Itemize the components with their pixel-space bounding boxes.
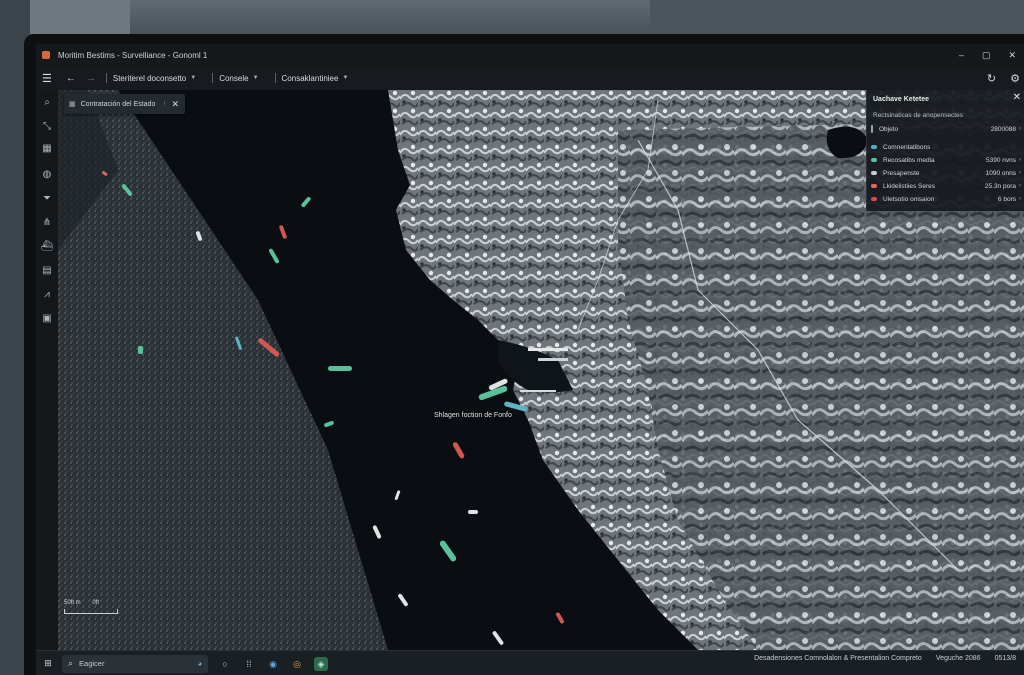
row-marker-icon <box>871 125 873 133</box>
chevron-down-icon: ▼ <box>342 75 349 81</box>
tray-date[interactable]: 0513/8 <box>995 655 1016 662</box>
maximize-button[interactable]: ▢ <box>982 50 991 61</box>
row-marker-icon <box>871 158 877 162</box>
menu-item-console[interactable]: Consele ▼ <box>212 73 259 83</box>
info-row-value: 25.3n pora <box>984 182 1016 190</box>
info-row-label: Uletsotio onisaion <box>883 195 935 203</box>
chevron-down-icon: ▼ <box>190 75 197 81</box>
info-row[interactable]: Presapenste 1090 onns › <box>871 167 1021 179</box>
map-location-label: Shlagen foction de Fonfo <box>434 412 512 419</box>
info-row[interactable]: Objeto 2800088 › <box>871 123 1021 135</box>
minimize-button[interactable]: – <box>959 50 964 60</box>
network-icon[interactable]: ⋔ <box>40 216 54 230</box>
menu-item-analysis[interactable]: Consaklantiniee ▼ <box>274 73 349 83</box>
toolbar-right-icons: ↻ ⚙ <box>987 72 1020 85</box>
chevron-right-icon: › <box>1019 157 1021 163</box>
chevron-right-icon: › <box>1019 126 1021 132</box>
chevron-right-icon: › <box>1019 183 1021 189</box>
menu-separator <box>212 73 214 83</box>
menu-item-label: Steriterel doconsetto <box>112 73 187 83</box>
edge-browser-icon[interactable]: ◉ <box>266 657 280 671</box>
filter-icon[interactable]: ⏷ <box>40 192 54 206</box>
taskbar-search[interactable]: ⌕ Eagicer ◕ <box>62 654 208 673</box>
row-marker-icon <box>871 197 877 201</box>
tray-time[interactable]: Veguche 2086 <box>936 655 981 662</box>
info-row-label: Lkidelistiies Seres <box>883 182 936 190</box>
surveillance-app-icon[interactable]: ◈ <box>314 656 328 671</box>
info-row-label: Objeto <box>879 125 899 133</box>
system-tray: Desadensiones Comnolalon & Presentalion … <box>754 655 1016 662</box>
close-icon[interactable]: ✕ <box>171 99 179 110</box>
chevron-right-icon: › <box>1019 170 1021 176</box>
app-icon <box>42 51 50 59</box>
app-screen: Moritim Bestims - Survelliance - Gonoml … <box>36 44 1024 675</box>
tray-notification-text: Desadensiones Comnolalon & Presentalion … <box>754 655 922 662</box>
taskbar-search-placeholder: Eagicer <box>79 659 105 668</box>
close-icon[interactable]: ✕ <box>1013 92 1021 103</box>
info-row-value: 2800088 <box>990 125 1016 133</box>
chrome-browser-icon[interactable]: ◎ <box>290 657 304 671</box>
map-scale: 50ft m 0ft <box>64 600 118 614</box>
background-shelf <box>650 0 1024 34</box>
title-bar: Moritim Bestims - Survelliance - Gonoml … <box>36 44 1024 66</box>
task-view-icon[interactable]: ○ <box>218 657 232 671</box>
chart-icon[interactable]: ⩘ <box>40 288 54 302</box>
menu-item-label: Consele <box>219 73 249 83</box>
row-marker-icon <box>871 145 877 149</box>
scale-unit: 0ft <box>92 600 100 606</box>
info-row-value: 5390 nvns <box>986 156 1016 164</box>
search-chip-label: Contratación del Estado <box>80 100 156 108</box>
info-row[interactable]: Uletsotio onisaion 6 bors › <box>871 193 1021 205</box>
globe-icon[interactable]: ◍ <box>40 168 54 182</box>
hamburger-menu-icon[interactable]: ☰ <box>42 72 52 85</box>
info-panel-title: Uachave Ketetee <box>873 96 930 103</box>
menu-item-documents[interactable]: Steriterel doconsetto ▼ <box>105 73 197 83</box>
table-icon[interactable]: ▤ <box>40 264 54 278</box>
info-row[interactable]: Lkidelistiies Seres 25.3n pora › <box>871 180 1021 192</box>
scale-bar <box>64 609 118 614</box>
search-chip[interactable]: ▦ Contratación del Estado ⁝ ✕ <box>64 94 185 114</box>
zoom-search-icon[interactable]: ⌕ <box>40 96 54 110</box>
row-marker-icon <box>871 184 877 188</box>
grid-small-icon: ▦ <box>69 101 76 108</box>
marker-icon: ⁝ <box>163 101 166 108</box>
row-marker-icon <box>871 171 877 175</box>
info-row-label: Presapenste <box>883 169 920 177</box>
close-window-button[interactable]: ✕ <box>1008 50 1016 61</box>
info-panel-subtitle: Rectsinaticas de anopensectes <box>873 112 963 119</box>
info-row-value: 6 bors <box>997 195 1016 203</box>
info-row-label: Comnentatibons <box>883 143 931 151</box>
measure-icon[interactable]: ⤡ <box>40 120 54 134</box>
menu-bar: ☰ ← → Steriterel doconsetto ▼ Consele ▼ … <box>36 66 1024 91</box>
chevron-down-icon: ▼ <box>252 75 259 81</box>
window-controls: – ▢ ✕ <box>959 44 1016 66</box>
chevron-right-icon: › <box>1019 196 1021 202</box>
info-row[interactable]: Recosatibs media 5390 nvns › <box>871 154 1021 166</box>
search-highlight-icon: ◕ <box>197 659 202 668</box>
info-row-label: Recosatibs media <box>883 156 935 164</box>
info-panel: Uachave Ketetee ✕ Rectsinaticas de anope… <box>866 90 1024 211</box>
widgets-icon[interactable]: ⁞⁞ <box>242 657 256 671</box>
refresh-icon[interactable]: ↻ <box>987 72 996 85</box>
left-toolbar: ⌕ ⤡ ▦ ◍ ⏷ ⋔ ⛴ ▤ ⩘ ▣ <box>36 90 59 650</box>
windows-start-icon[interactable]: ⊞ <box>42 658 54 670</box>
window-title: Moritim Bestims - Survelliance - Gonoml … <box>58 50 208 60</box>
scale-label: 50ft m <box>64 600 81 606</box>
os-taskbar: ⊞ ⌕ Eagicer ◕ ○ ⁞⁞ ◉ ◎ ◈ Desadensiones C… <box>36 650 1024 675</box>
menu-separator <box>274 73 276 83</box>
gear-icon[interactable]: ⚙ <box>1010 72 1020 85</box>
menu-separator <box>105 73 107 83</box>
vessel-icon[interactable]: ⛴ <box>40 240 54 254</box>
info-row-value: 1090 onns <box>985 169 1016 177</box>
info-row[interactable]: Comnentatibons <box>871 141 1021 153</box>
grid-icon[interactable]: ▣ <box>40 312 54 326</box>
back-arrow-icon[interactable]: ← <box>66 73 76 84</box>
menu-item-label: Consaklantiniee <box>281 73 339 83</box>
forward-arrow-icon[interactable]: → <box>86 73 96 84</box>
layers-grid-icon[interactable]: ▦ <box>40 142 54 156</box>
search-icon: ⌕ <box>68 658 74 668</box>
